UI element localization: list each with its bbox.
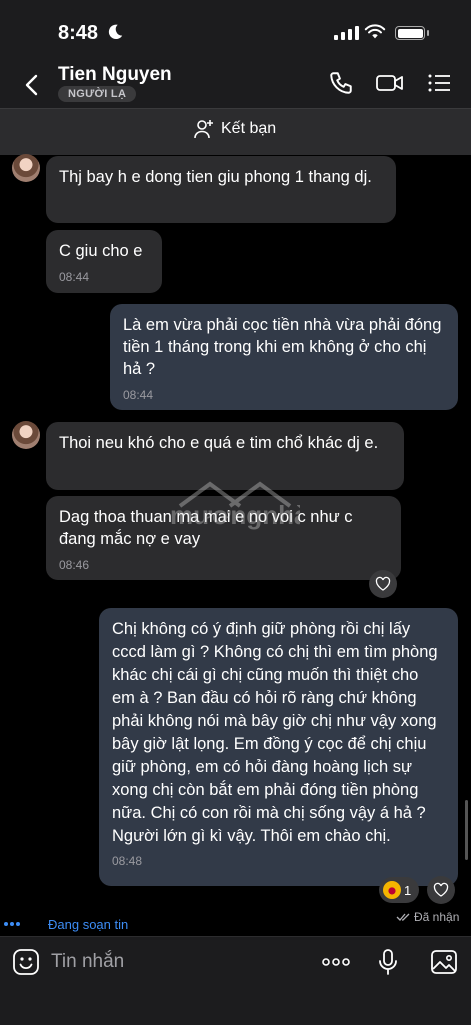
scrollbar[interactable] [465,800,468,860]
message-time: 08:44 [59,270,90,284]
sender-avatar[interactable] [12,154,40,182]
reaction-count-value: 1 [404,882,412,898]
wifi-icon [364,24,386,39]
add-user-icon [194,120,213,139]
watermark-logo: mươngnhà [170,481,300,530]
status-time: 8:48 [58,22,99,44]
phone-call-icon[interactable] [328,70,354,96]
add-friend-button[interactable]: Kết bạn [193,118,276,140]
message-text: Là em vừa phải cọc tiền nhà vừa phải đón… [123,316,442,378]
add-friend-label: Kết bạn [221,120,277,137]
message-text: Thj bay h e dong tien giu phong 1 thang … [59,168,372,186]
stranger-badge: NGƯỜI LẠ [58,86,137,102]
message-text: Thoi neu khó cho e quá e tim chổ khác dj… [59,434,379,452]
delivery-status-text: Đã nhận [414,910,460,924]
delivery-status: Đã nhận [396,910,459,924]
message-bubble-incoming[interactable]: C giu cho e 08:44 [46,230,162,293]
image-gallery-icon[interactable] [430,948,458,976]
sender-avatar[interactable] [12,421,40,449]
typing-text: Đang soạn tin [48,916,129,932]
menu-list-icon[interactable] [426,70,452,96]
react-button[interactable] [369,570,397,598]
message-bubble-incoming[interactable]: Thj bay h e dong tien giu phong 1 thang … [46,156,396,223]
reaction-count[interactable]: 1 [379,877,420,903]
video-call-icon[interactable] [375,70,405,96]
message-time: 08:48 [112,854,143,868]
message-input[interactable]: Tin nhắn [51,951,124,973]
message-time: 08:44 [123,388,154,402]
more-options-icon[interactable] [321,948,351,976]
message-bubble-outgoing[interactable]: Là em vừa phải cọc tiền nhà vừa phải đón… [110,304,458,410]
battery-icon [395,26,429,40]
cellular-signal-icon [334,26,359,40]
message-text: Chị không có ý định giữ phòng rồi chị lấ… [112,620,438,845]
microphone-icon[interactable] [374,948,402,976]
moon-icon [108,24,123,40]
heart-icon [375,576,391,591]
message-time: 08:46 [59,558,90,572]
typing-indicator: Đang soạn tin [0,912,128,936]
message-bubble-outgoing[interactable]: Chị không có ý định giữ phòng rồi chị lấ… [99,608,458,886]
typing-dots-icon [4,922,20,926]
sticker-emoji-icon[interactable] [12,948,40,976]
heart-icon [433,882,449,897]
double-check-icon [396,913,410,921]
message-text: C giu cho e [59,242,143,260]
watermark-text: mươngnhà [170,500,300,530]
angry-emoji-icon [383,881,401,899]
contact-name[interactable]: Tien Nguyen [58,64,172,86]
back-arrow-icon[interactable] [20,70,44,100]
react-button[interactable] [427,876,455,904]
